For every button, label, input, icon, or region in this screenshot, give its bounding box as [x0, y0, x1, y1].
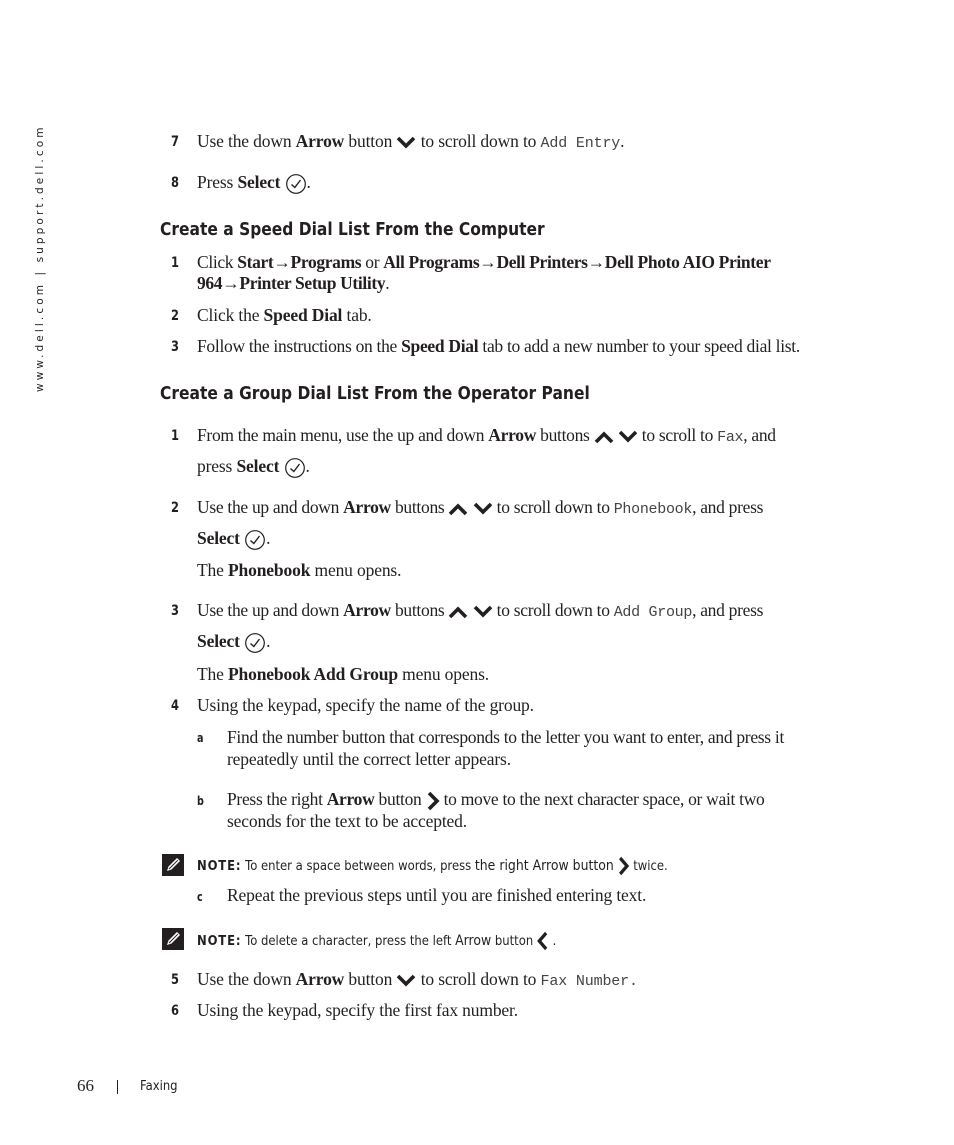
step-text: Use the up and down Arrow buttons to scr…: [197, 600, 764, 621]
select-icon: [244, 632, 266, 654]
step-text-cont: Select .: [197, 528, 270, 551]
select-icon: [244, 529, 266, 551]
step-text: Press Select .: [197, 172, 311, 195]
step-number: 8: [171, 175, 179, 191]
substep-letter: c: [197, 890, 203, 904]
step-number: 5: [171, 972, 179, 988]
step-number: 3: [171, 339, 179, 355]
substep-text-cont: repeatedly until the correct letter appe…: [227, 749, 511, 769]
step-text: Follow the instructions on the Speed Dia…: [197, 336, 800, 356]
footer-divider: [117, 1080, 118, 1094]
left-arrow-icon: [537, 931, 549, 951]
page-number: 66: [77, 1076, 94, 1095]
step-result: The Phonebook menu opens.: [197, 560, 402, 580]
up-arrow-icon: [448, 502, 468, 516]
select-icon: [285, 173, 307, 195]
substep-text: Find the number button that corresponds …: [227, 727, 785, 747]
step-text: Using the keypad, specify the first fax …: [197, 1000, 518, 1020]
substep-text: Repeat the previous steps until you are …: [227, 885, 647, 905]
step-number: 2: [171, 500, 179, 516]
substep-text-cont: seconds for the text to be accepted.: [227, 811, 467, 831]
select-icon: [284, 457, 306, 479]
up-arrow-icon: [594, 430, 614, 444]
step-number: 1: [171, 428, 179, 444]
right-arrow-icon: [426, 791, 440, 811]
side-url: www.dell.com | support.dell.com: [34, 124, 46, 392]
step-result: The Phonebook Add Group menu opens.: [197, 664, 489, 684]
step-number: 7: [171, 134, 179, 150]
down-arrow-icon: [473, 605, 493, 619]
section-heading: Create a Speed Dial List From the Comput…: [160, 219, 545, 240]
step-text: Using the keypad, specify the name of th…: [197, 695, 534, 715]
up-arrow-icon: [448, 605, 468, 619]
substep-text: Press the right Arrow button to move to …: [227, 789, 765, 811]
right-arrow-icon: [617, 856, 629, 876]
step-number: 6: [171, 1003, 179, 1019]
section-heading: Create a Group Dial List From the Operat…: [160, 383, 590, 404]
step-text: From the main menu, use the up and down …: [197, 425, 776, 446]
note: NOTE: To delete a character, press the l…: [197, 931, 557, 951]
step-text: Use the down Arrow button to scroll down…: [197, 969, 638, 990]
step-text-cont: press Select .: [197, 456, 310, 479]
note: NOTE: To enter a space between words, pr…: [197, 856, 668, 876]
step-text: Use the down Arrow button to scroll down…: [197, 131, 625, 152]
note-pencil-icon: [162, 928, 184, 950]
step-text: Click Start→Programs or All Programs→Del…: [197, 252, 771, 272]
down-arrow-icon: [618, 430, 638, 444]
down-arrow-icon: [396, 974, 416, 988]
step-text: Use the up and down Arrow buttons to scr…: [197, 497, 764, 518]
down-arrow-icon: [396, 136, 416, 150]
step-number: 2: [171, 308, 179, 324]
down-arrow-icon: [473, 502, 493, 516]
footer-section: Faxing: [140, 1078, 178, 1094]
note-pencil-icon: [162, 854, 184, 876]
substep-letter: a: [197, 731, 204, 745]
step-text-cont: Select .: [197, 631, 270, 654]
step-text-cont: 964→Printer Setup Utility.: [197, 273, 390, 293]
step-number: 3: [171, 603, 179, 619]
step-text: Click the Speed Dial tab.: [197, 305, 372, 325]
step-number: 1: [171, 255, 179, 271]
substep-letter: b: [197, 794, 204, 808]
step-number: 4: [171, 698, 179, 714]
